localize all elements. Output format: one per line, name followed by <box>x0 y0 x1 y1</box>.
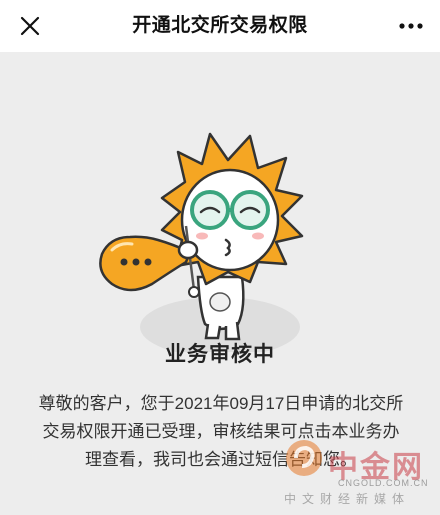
watermark-slogan: 中文财经新媒体 <box>284 492 411 506</box>
bubble-dot <box>120 258 128 266</box>
more-button[interactable] <box>396 12 426 40</box>
watermark: 中金网 CNGOLD.COM.CN 中文财经新媒体 <box>270 436 440 515</box>
close-button[interactable] <box>16 12 44 40</box>
watermark-domain: CNGOLD.COM.CN <box>338 478 429 488</box>
page-title: 开通北交所交易权限 <box>132 15 308 36</box>
close-icon <box>20 16 40 36</box>
nav-bar: 开通北交所交易权限 <box>0 0 440 52</box>
bubble-dot <box>144 258 152 266</box>
mascot-blowing-bubble-illustration <box>99 132 304 352</box>
watermark-logo-icon <box>286 440 322 476</box>
bubble-dot <box>132 258 140 266</box>
status-title: 业务审核中 <box>165 343 275 366</box>
screen: 开通北交所交易权限 业务审核中 尊敬的客户，您于2021年09月17日申请的北交… <box>0 0 440 515</box>
more-icon <box>399 23 423 29</box>
